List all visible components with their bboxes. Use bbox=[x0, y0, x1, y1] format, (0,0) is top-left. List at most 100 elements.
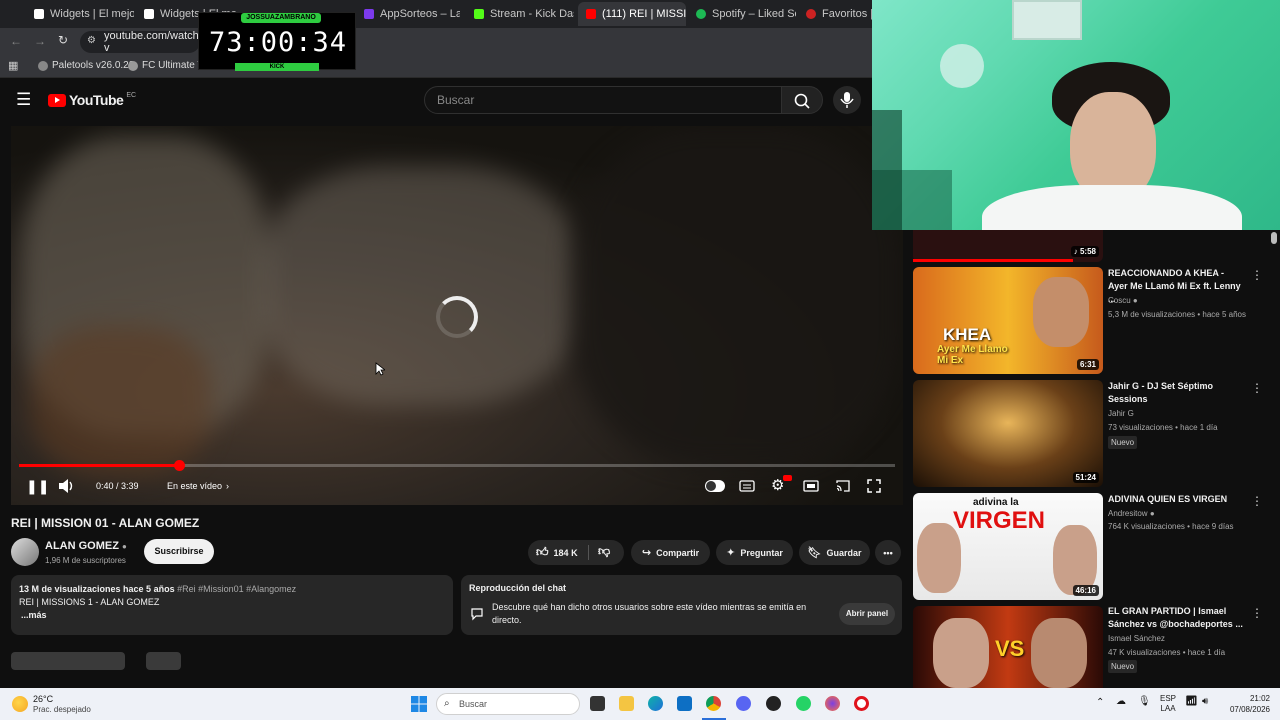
video-progress-bar[interactable] bbox=[19, 460, 895, 471]
reload-icon[interactable]: ↻ bbox=[58, 33, 68, 47]
more-vertical-icon[interactable]: ⋮ bbox=[1251, 381, 1263, 395]
browser-tab[interactable]: Stream - Kick Das ✕ bbox=[466, 2, 574, 26]
autoplay-toggle[interactable] bbox=[705, 480, 725, 492]
miniplayer-icon[interactable] bbox=[803, 479, 819, 493]
youtube-play-logo-icon bbox=[48, 93, 66, 107]
rec-thumbnail[interactable]: adivina la VIRGEN 46:16 bbox=[913, 493, 1103, 600]
video-player[interactable]: ❚❚ 0:40 / 3:39 En este vídeo › ⚙ bbox=[11, 126, 903, 505]
thumb-text: VS bbox=[995, 636, 1025, 661]
divider bbox=[588, 545, 589, 560]
rec-channel[interactable]: Ismael Sánchez bbox=[1108, 634, 1165, 643]
channel-name[interactable]: ALAN GOMEZ ● bbox=[45, 540, 127, 552]
save-button[interactable]: 🔖︎ Guardar bbox=[799, 540, 870, 565]
obs-studio-icon[interactable] bbox=[766, 696, 781, 711]
task-view-icon[interactable] bbox=[590, 696, 605, 711]
loading-placeholder bbox=[146, 652, 181, 670]
back-icon[interactable]: ← bbox=[10, 34, 22, 48]
show-more-link[interactable]: ...más bbox=[19, 609, 445, 622]
pause-icon[interactable]: ❚❚ bbox=[26, 478, 49, 495]
video-progress-handle[interactable] bbox=[173, 460, 185, 471]
weather-temp[interactable]: 26°C bbox=[33, 694, 53, 704]
more-vertical-icon[interactable]: ⋮ bbox=[1251, 606, 1263, 620]
like-count[interactable]: 184 K bbox=[554, 548, 578, 558]
new-badge: Nuevo bbox=[1108, 660, 1138, 673]
thumbs-down-icon[interactable]: 👎︎ bbox=[598, 544, 610, 559]
youtube-logo[interactable]: YouTube EC bbox=[48, 92, 136, 108]
clock[interactable]: 21:02 07/08/2026 bbox=[1222, 693, 1270, 715]
cloud-icon[interactable]: ☁ bbox=[1116, 696, 1126, 707]
edge-browser-icon[interactable] bbox=[648, 696, 663, 711]
more-vertical-icon[interactable]: ⋮ bbox=[1251, 268, 1263, 282]
browser-tab-active[interactable]: (111) REI | MISSIO ✕ bbox=[578, 2, 686, 26]
share-button[interactable]: ↪ Compartir bbox=[631, 540, 710, 565]
taskbar-search-input[interactable]: ⌕ Buscar bbox=[436, 693, 580, 715]
thumb-person bbox=[933, 618, 989, 688]
timer-username: JOSSUAZAMBRANO bbox=[241, 13, 321, 23]
speaker-icon[interactable]: 🔊︎ bbox=[1202, 696, 1208, 707]
opera-icon[interactable] bbox=[854, 696, 869, 711]
volume-icon[interactable] bbox=[57, 478, 75, 494]
browser-tab[interactable]: AppSorteos – La F ✕ bbox=[356, 2, 460, 26]
timer-platform: KICK bbox=[235, 63, 319, 71]
weather-desc[interactable]: Prac. despejado bbox=[33, 705, 91, 714]
clock-date: 07/08/2026 bbox=[1229, 705, 1270, 714]
thumbs-up-icon[interactable]: 👍︎ bbox=[536, 545, 549, 560]
voice-search-button[interactable] bbox=[833, 86, 861, 114]
browser-tab[interactable]: Spotify – Liked So ✕ bbox=[688, 2, 796, 26]
sidebar-scrollbar[interactable] bbox=[1271, 232, 1277, 244]
microsoft-store-icon[interactable] bbox=[677, 696, 692, 711]
site-info-icon[interactable]: ⚙ bbox=[87, 35, 96, 46]
bookmark-item[interactable]: Paletools v26.0.28 bbox=[38, 60, 134, 71]
fullscreen-icon[interactable] bbox=[867, 479, 881, 493]
rec-channel[interactable]: Andresitow ● bbox=[1108, 509, 1155, 518]
thumb-person bbox=[1031, 618, 1087, 688]
rec-thumbnail[interactable]: VS bbox=[913, 606, 1103, 688]
apps-grid-icon[interactable]: ▦ bbox=[8, 59, 18, 72]
rec-thumbnail[interactable]: 51:24 bbox=[913, 380, 1103, 487]
person-shirt bbox=[982, 185, 1242, 230]
search-input[interactable]: Buscar bbox=[424, 86, 782, 114]
chrome-browser-icon[interactable] bbox=[706, 696, 721, 711]
wifi-icon[interactable]: 📶︎ bbox=[1185, 696, 1198, 707]
subtitles-icon[interactable] bbox=[739, 479, 755, 493]
rec-title[interactable]: EL GRAN PARTIDO | Ismael Sánchez vs @boc… bbox=[1108, 605, 1244, 631]
video-progress-fill bbox=[19, 464, 179, 467]
cast-icon[interactable] bbox=[835, 479, 851, 493]
description-box[interactable]: 13 M de visualizaciones hace 5 años #Rei… bbox=[11, 575, 453, 635]
sparkle-icon: ✦ bbox=[726, 547, 736, 559]
weather-sun-icon[interactable] bbox=[12, 696, 28, 712]
whatsapp-icon[interactable] bbox=[796, 696, 811, 711]
firefox-icon[interactable] bbox=[825, 696, 840, 711]
chevron-up-icon[interactable]: ⌃ bbox=[1096, 697, 1104, 708]
forward-icon[interactable]: → bbox=[34, 34, 46, 48]
rec-channel[interactable]: Coscu ● bbox=[1108, 296, 1138, 305]
browser-tab[interactable]: Favoritos | Myi bbox=[798, 2, 872, 26]
menu-icon[interactable]: ☰ bbox=[16, 90, 31, 110]
rec-thumbnail-partial[interactable]: ♪ 5:58 bbox=[913, 230, 1103, 262]
microphone-icon[interactable]: 🎙︎ bbox=[1138, 696, 1151, 707]
like-dislike-group: 👍︎ 184 K 👎︎ bbox=[528, 540, 624, 565]
channel-avatar[interactable] bbox=[11, 538, 39, 566]
language-indicator[interactable]: ESP LAA bbox=[1160, 694, 1176, 714]
bookmark-favicon-icon bbox=[38, 60, 48, 71]
rec-thumbnail[interactable]: KHEA Ayer Me Llamo Mi Ex 6:31 bbox=[913, 267, 1103, 374]
browser-tab[interactable]: Widgets | El mejo ✕ bbox=[26, 2, 134, 26]
open-panel-button[interactable]: Abrir panel bbox=[839, 603, 895, 625]
tab-label: Stream - Kick Das bbox=[490, 8, 574, 20]
chapters-button[interactable]: En este vídeo › bbox=[167, 481, 229, 491]
favorites-favicon-icon bbox=[806, 9, 816, 19]
file-explorer-icon[interactable] bbox=[619, 696, 634, 711]
hashtags[interactable]: #Rei #Mission01 #Alangomez bbox=[177, 584, 296, 594]
autoplay-toggle-knob bbox=[706, 481, 716, 491]
more-actions-button[interactable]: ••• bbox=[875, 540, 901, 565]
rec-channel[interactable]: Jahir G bbox=[1108, 409, 1134, 418]
discord-icon[interactable] bbox=[736, 696, 751, 711]
more-vertical-icon[interactable]: ⋮ bbox=[1251, 494, 1263, 508]
search-button[interactable] bbox=[781, 86, 823, 114]
rec-title[interactable]: ADIVINA QUIEN ES VIRGEN bbox=[1108, 493, 1244, 506]
rec-title[interactable]: Jahir G - DJ Set Séptimo Sessions bbox=[1108, 380, 1244, 406]
subscribe-button[interactable]: Suscribirse bbox=[144, 539, 214, 564]
ask-button[interactable]: ✦ Preguntar bbox=[716, 540, 793, 565]
windows-start-icon[interactable] bbox=[411, 696, 427, 712]
url-field[interactable]: ⚙ youtube.com/watch?v bbox=[80, 30, 205, 54]
